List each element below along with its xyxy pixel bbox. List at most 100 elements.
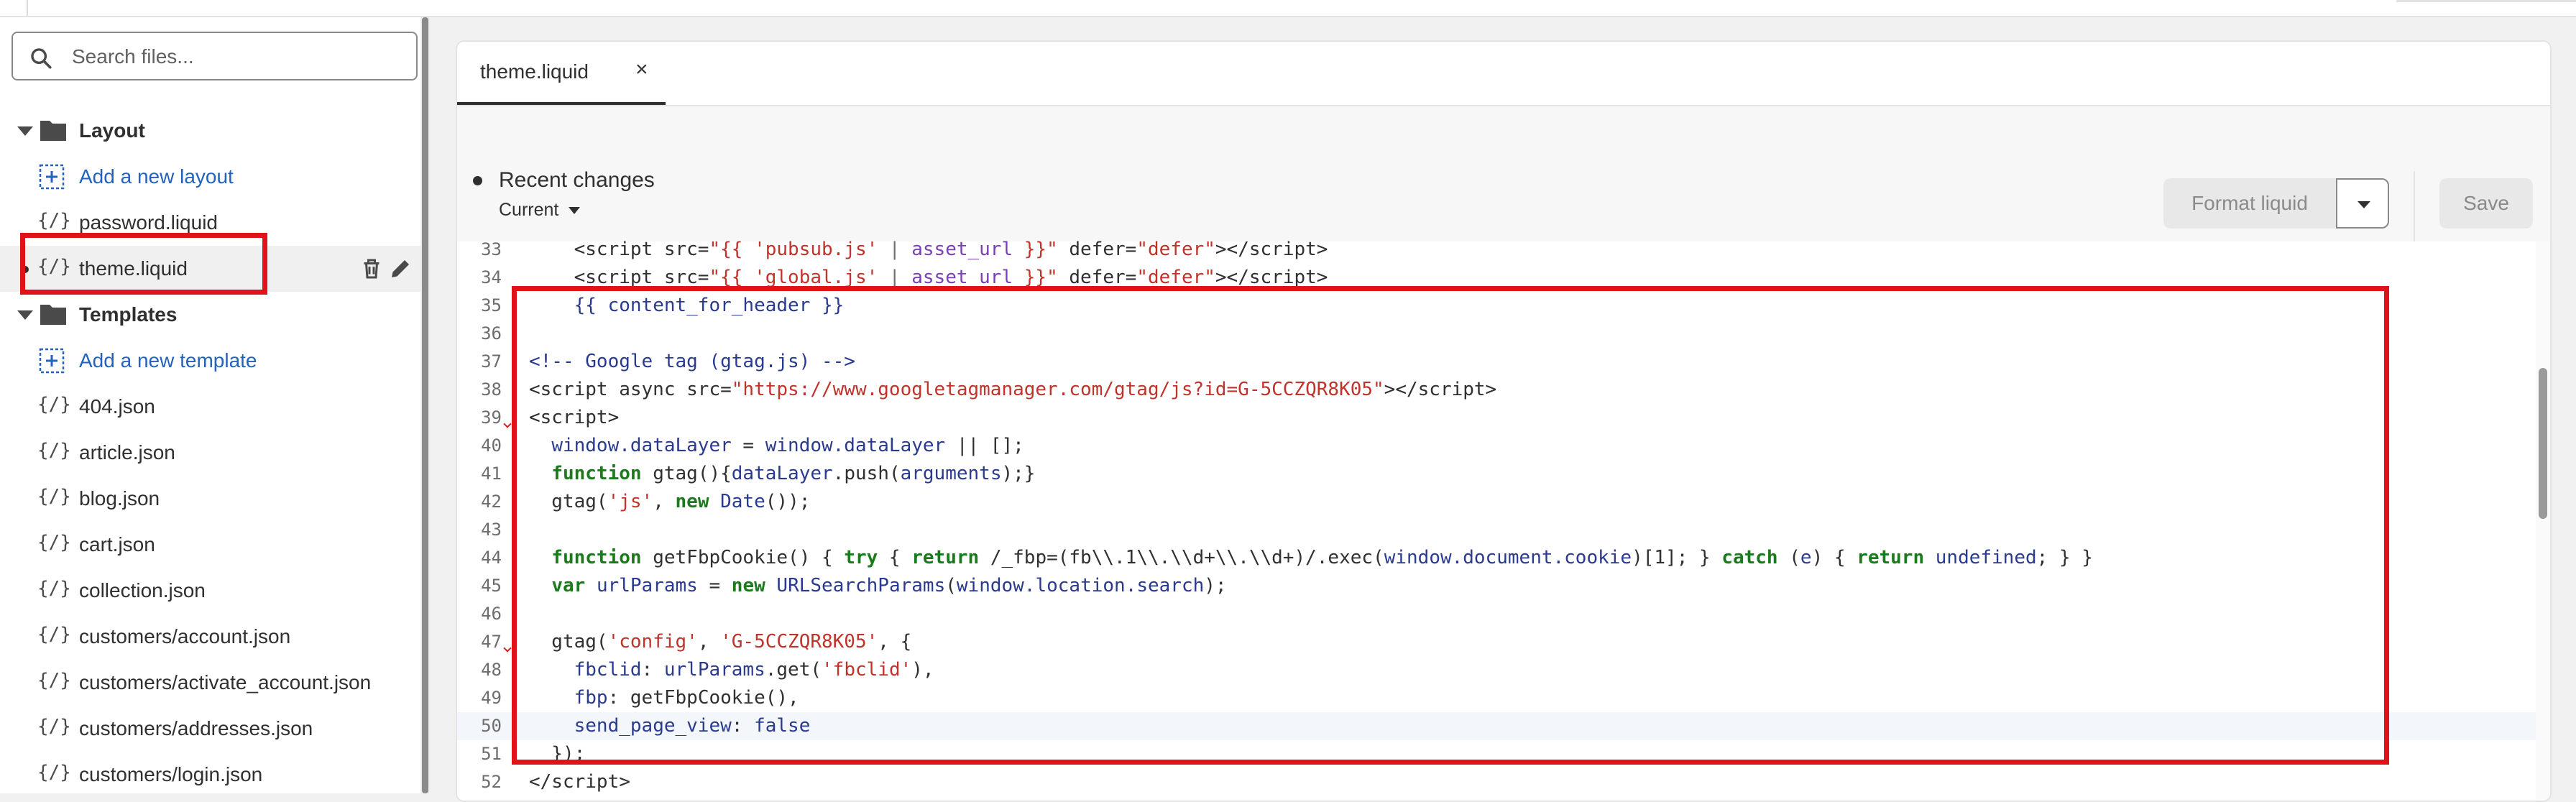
editor-panel: theme.liquid × Recent changes Current Fo… [456,40,2552,802]
line-number: 33 [481,239,502,259]
file-label: 404.json [79,395,155,418]
json-file-icon: {/} [37,532,71,553]
line-number: 52 [481,772,502,792]
folder-icon [40,305,66,325]
code-line: 51 }); [457,740,2542,768]
file-item[interactable]: {/} cart.json [0,522,420,568]
save-button[interactable]: Save [2439,178,2533,229]
file-item-selected[interactable]: {/} theme.liquid [0,246,420,292]
format-options-button[interactable] [2336,178,2389,229]
line-number: 41 [481,464,502,484]
file-item[interactable]: {/} blog.json [0,476,420,522]
file-item[interactable]: {/} article.json [0,430,420,476]
edit-pencil-icon[interactable] [387,256,413,282]
file-label: article.json [79,441,175,464]
line-number: 50 [481,716,502,736]
folder-label: Templates [79,303,178,326]
file-label: customers/account.json [79,625,291,647]
code-line-active: 50 send_page_view: false [457,712,2542,740]
code-line: 52 </script> [457,768,2542,796]
code-scrollbar[interactable] [2536,241,2550,801]
code-line: 39 <script> [457,404,2542,432]
line-number: 34 [481,267,502,287]
chevron-down-icon [569,207,581,215]
line-number: 44 [481,548,502,568]
file-actions [359,256,413,285]
close-icon[interactable]: × [635,57,648,82]
search-input[interactable] [70,40,404,73]
search-icon [31,48,52,69]
json-file-icon: {/} [37,670,71,691]
code-line: 38 <script async src="https://www.googlet… [457,376,2542,404]
folder-layout[interactable]: Layout [0,108,420,154]
line-number: 39 [481,407,502,428]
json-file-icon: {/} [37,440,71,461]
version-select[interactable]: Current [499,200,581,221]
line-number: 36 [481,323,502,344]
tab-label: theme.liquid [480,60,589,83]
file-item[interactable]: {/} customers/login.json [0,752,420,793]
code-line: 36 [457,320,2542,348]
code-line: 37 <!-- Google tag (gtag.js) --> [457,348,2542,376]
fold-arrow-icon[interactable] [503,644,512,653]
code-scroll-thumb[interactable] [2539,368,2547,519]
add-file-icon [39,164,65,190]
code-line: 49 fbp: getFbpCookie(), [457,684,2542,712]
code-line: 46 [457,600,2542,628]
add-file-icon [39,348,65,374]
file-label: customers/login.json [79,763,263,785]
code-line: 41 function gtag(){dataLayer.push(argume… [457,460,2542,488]
json-file-icon: {/} [37,624,71,645]
top-bar-divider [27,0,28,16]
file-label: cart.json [79,533,155,556]
line-number: 37 [481,351,502,372]
add-layout-link[interactable]: Add a new layout [0,154,420,200]
json-file-icon: {/} [37,394,71,415]
code-line: 40 window.dataLayer = window.dataLayer |… [457,432,2542,460]
line-number: 51 [481,744,502,764]
file-item[interactable]: {/} customers/addresses.json [0,706,420,752]
code-line: 48 fbclid: urlParams.get('fbclid'), [457,656,2542,684]
modified-dot [22,266,29,273]
add-template-link[interactable]: Add a new template [0,338,420,384]
tab-theme-liquid[interactable]: theme.liquid × [457,42,666,105]
editor-toolbar: Recent changes Current Format liquid Sav… [457,106,2550,306]
trash-icon[interactable] [359,256,385,282]
fold-arrow-icon[interactable] [503,420,512,428]
add-template-label: Add a new template [79,349,257,372]
top-bar [0,0,2576,17]
code-line: 53 [457,796,2542,801]
recent-changes-label: Recent changes [499,168,655,192]
line-number: 38 [481,379,502,400]
json-file-icon: {/} [37,762,71,783]
line-number: 47 [481,632,502,652]
tab-bar: theme.liquid × [457,42,2550,106]
file-item[interactable]: {/} 404.json [0,384,420,430]
sidebar-scrollbar[interactable] [420,17,430,793]
format-liquid-button[interactable]: Format liquid [2163,178,2336,229]
folder-label: Layout [79,119,145,142]
chevron-down-icon [2358,201,2370,208]
chevron-down-icon [17,126,33,136]
line-number: 46 [481,604,502,624]
add-layout-label: Add a new layout [79,165,234,188]
file-item[interactable]: {/} password.liquid [0,200,420,246]
file-item[interactable]: {/} collection.json [0,568,420,614]
folder-icon [40,121,66,141]
folder-templates[interactable]: Templates [0,292,420,338]
code-line: 44 function getFbpCookie() { try { retur… [457,544,2542,572]
file-item[interactable]: {/} customers/account.json [0,614,420,660]
line-number: 48 [481,660,502,680]
json-file-icon: {/} [37,486,71,507]
search-box[interactable] [12,32,418,80]
file-item[interactable]: {/} customers/activate_account.json [0,660,420,706]
code-line: 43 [457,516,2542,544]
code-editor[interactable]: 33 <script src="{{ 'pubsub.js' | asset_u… [457,239,2550,801]
line-number: 42 [481,492,502,512]
sidebar-scroll-thumb[interactable] [422,17,428,793]
file-label: collection.json [79,579,206,602]
code-line: 35 {{ content_for_header }} [457,292,2542,320]
line-number: 45 [481,576,502,596]
chevron-down-icon [17,310,33,320]
version-label: Current [499,200,559,220]
